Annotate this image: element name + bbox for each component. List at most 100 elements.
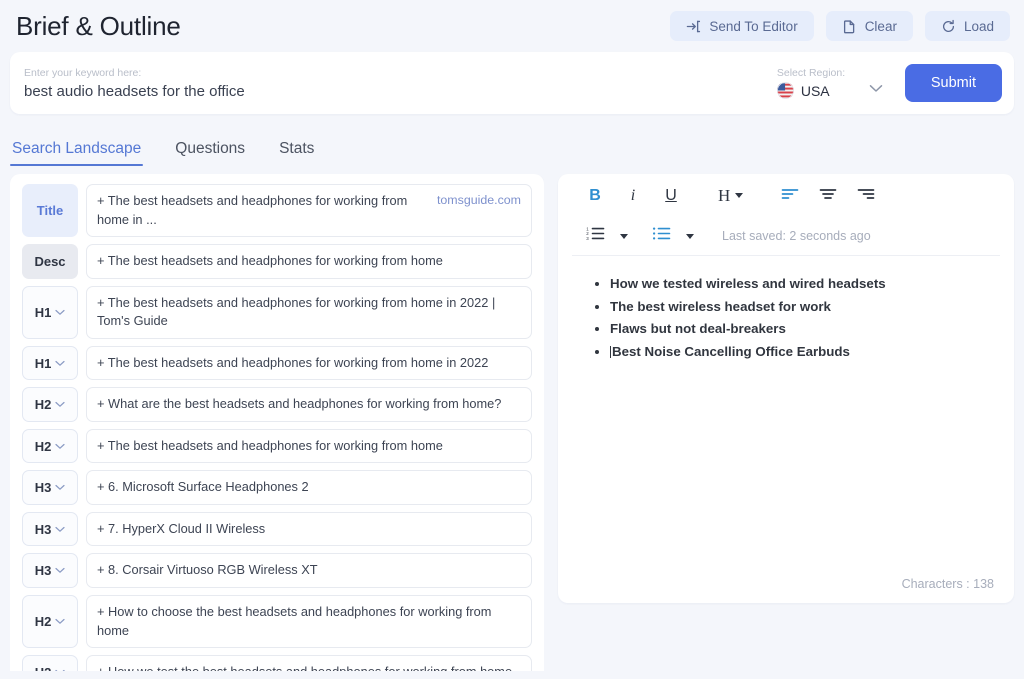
unordered-list-button[interactable] — [642, 221, 680, 251]
row-text-field[interactable]: + The best headsets and headphones for w… — [86, 285, 532, 339]
row-tag-heading-select[interactable]: H3 — [22, 470, 78, 505]
serp-row: H2 + The best headsets and headphones fo… — [22, 428, 532, 464]
serp-row: H3 + 6. Microsoft Surface Headphones 2 — [22, 470, 532, 505]
chevron-down-icon — [55, 567, 65, 574]
serp-row: H1 + The best headsets and headphones fo… — [22, 345, 532, 381]
tab-search-landscape[interactable]: Search Landscape — [10, 140, 144, 166]
list-item-text: Best Noise Cancelling Office Earbuds — [612, 343, 850, 359]
unordered-list-icon — [652, 226, 671, 246]
serp-row: H2 + How we test the best headsets and h… — [22, 655, 532, 671]
chevron-down-icon — [55, 360, 65, 367]
row-text-field[interactable]: + The best headsets and headphones for w… — [86, 244, 532, 279]
list-item[interactable]: The best wireless headset for work — [610, 297, 992, 318]
last-saved-status: Last saved: 2 seconds ago — [722, 229, 871, 243]
chevron-down-icon — [55, 526, 65, 533]
bold-button[interactable]: B — [576, 181, 614, 211]
row-domain-link[interactable]: tomsguide.com — [437, 192, 521, 210]
list-item[interactable]: Best Noise Cancelling Office Earbuds — [610, 342, 992, 363]
serp-result-card: Title + The best headsets and headphones… — [10, 174, 544, 671]
chevron-down-icon — [55, 309, 65, 316]
row-tag-label: H2 — [34, 438, 52, 454]
row-text-field[interactable]: + What are the best headsets and headpho… — [86, 387, 532, 422]
row-text-field[interactable]: + The best headsets and headphones for w… — [86, 428, 532, 464]
row-text-field[interactable]: + The best headsets and headphones for w… — [86, 184, 532, 238]
tab-stats[interactable]: Stats — [277, 140, 316, 166]
row-text-field[interactable]: + 7. HyperX Cloud II Wireless — [86, 511, 532, 547]
chevron-down-icon — [55, 401, 65, 408]
row-tag-heading-select[interactable]: H3 — [22, 553, 78, 589]
serp-row: H1 + The best headsets and headphones fo… — [22, 285, 532, 339]
character-count: Characters : 138 — [901, 577, 994, 591]
row-text: + 6. Microsoft Surface Headphones 2 — [97, 479, 309, 495]
row-tag-heading-select[interactable]: H1 — [22, 345, 78, 381]
row-text: + The best headsets and headphones for w… — [97, 193, 408, 227]
align-right-icon — [857, 186, 875, 206]
tab-questions[interactable]: Questions — [173, 140, 247, 166]
row-text: + What are the best headsets and headpho… — [97, 396, 502, 412]
send-to-editor-icon — [686, 19, 701, 34]
row-tag-heading-select[interactable]: H2 — [22, 595, 78, 649]
caret-down-icon[interactable] — [620, 233, 628, 239]
row-text-field[interactable]: + How we test the best headsets and head… — [86, 655, 532, 671]
main-content: Title + The best headsets and headphones… — [0, 166, 1024, 671]
heading-dropdown-button[interactable]: H — [712, 181, 749, 211]
row-tag-heading-select[interactable]: H2 — [22, 387, 78, 422]
row-text-field[interactable]: + 8. Corsair Virtuoso RGB Wireless XT — [86, 553, 532, 589]
align-right-button[interactable] — [847, 181, 885, 211]
row-tag-label: H3 — [34, 563, 52, 579]
region-label: Select Region: — [776, 67, 846, 79]
ordered-list-control[interactable]: 1 2 3 — [576, 221, 628, 251]
text-cursor — [610, 345, 611, 358]
editor-content-area[interactable]: How we tested wireless and wired headset… — [558, 256, 1014, 577]
usa-flag-icon — [776, 82, 794, 99]
unordered-list-control[interactable] — [642, 221, 694, 251]
caret-down-icon[interactable] — [686, 233, 694, 239]
svg-text:3: 3 — [586, 236, 589, 241]
row-tag-label: H2 — [34, 397, 52, 413]
ordered-list-icon: 1 2 3 — [586, 226, 605, 246]
row-tag-heading-select[interactable]: H1 — [22, 285, 78, 339]
row-tag-heading-select[interactable]: H2 — [22, 655, 78, 671]
row-text-field[interactable]: + 6. Microsoft Surface Headphones 2 — [86, 470, 532, 505]
row-text: + The best headsets and headphones for w… — [97, 294, 496, 329]
clear-document-icon — [842, 19, 857, 34]
tab-bar: Search Landscape Questions Stats — [0, 120, 1024, 166]
row-text: + The best headsets and headphones for w… — [97, 354, 489, 370]
align-left-button[interactable] — [771, 181, 809, 211]
clear-button[interactable]: Clear — [825, 11, 913, 41]
app-header: Brief & Outline Send To Editor Clear Loa… — [0, 0, 1024, 52]
underline-button[interactable]: U — [652, 181, 690, 211]
serp-row: Desc + The best headsets and headphones … — [22, 244, 532, 279]
ordered-list-button[interactable]: 1 2 3 — [576, 221, 614, 251]
region-value-label: USA — [800, 82, 830, 99]
keyword-field-wrapper: Enter your keyword here: — [10, 52, 769, 114]
row-tag-heading-select[interactable]: H2 — [22, 428, 78, 464]
row-tag-label: H2 — [34, 614, 52, 630]
row-text: + The best headsets and headphones for w… — [97, 253, 443, 269]
caret-down-icon — [735, 193, 744, 198]
clear-label: Clear — [864, 18, 897, 34]
chevron-down-icon — [55, 669, 65, 671]
list-item[interactable]: Flaws but not deal-breakers — [610, 319, 992, 340]
keyword-input[interactable] — [24, 82, 755, 100]
header-actions: Send To Editor Clear Load — [670, 11, 1010, 41]
row-text-field[interactable]: + The best headsets and headphones for w… — [86, 345, 532, 381]
row-text-field[interactable]: + How to choose the best headsets and he… — [86, 595, 532, 649]
outline-editor-panel: B i U H 1 2 3 Last saved: 2 seconds ago … — [558, 174, 1014, 603]
row-text: + The best headsets and headphones for w… — [97, 437, 443, 453]
row-tag-heading-select[interactable]: H3 — [22, 511, 78, 547]
submit-button[interactable]: Submit — [904, 64, 1002, 102]
italic-button[interactable]: i — [614, 181, 652, 211]
search-landscape-panel[interactable]: Title + The best headsets and headphones… — [10, 174, 544, 671]
region-selector[interactable]: Select Region: USA — [769, 52, 887, 114]
send-to-editor-label: Send To Editor — [709, 18, 798, 34]
send-to-editor-button[interactable]: Send To Editor — [670, 11, 814, 41]
outline-list: How we tested wireless and wired headset… — [588, 274, 992, 362]
load-button[interactable]: Load — [924, 11, 1010, 41]
list-item[interactable]: How we tested wireless and wired headset… — [610, 274, 992, 295]
serp-row: H2 + How to choose the best headsets and… — [22, 595, 532, 649]
serp-row: H3 + 7. HyperX Cloud II Wireless — [22, 511, 532, 547]
align-center-button[interactable] — [809, 181, 847, 211]
keyword-label: Enter your keyword here: — [24, 67, 142, 80]
heading-label: H — [718, 185, 731, 205]
